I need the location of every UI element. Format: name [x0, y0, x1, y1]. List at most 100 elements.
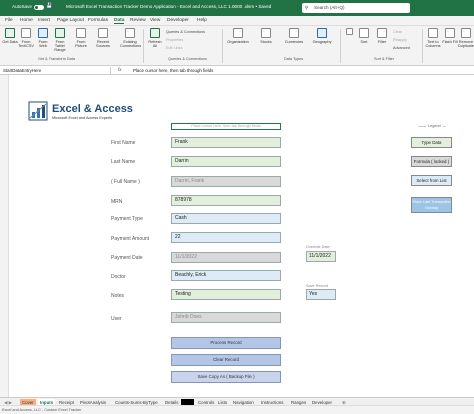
- duplicates-icon: [461, 28, 471, 38]
- group-sort-filter: Sort & Filter: [374, 57, 395, 61]
- logo-chart-icon: [28, 101, 48, 121]
- sheet-tabs: ◀ ▶ Cover Inputs Receipt PivotAnalysis C…: [0, 397, 474, 406]
- search-icon: ⚲: [305, 5, 309, 10]
- logo-title: Excel & Access: [52, 103, 133, 115]
- menu-home[interactable]: Home: [20, 18, 33, 23]
- process-record-button[interactable]: Process Record: [171, 337, 281, 349]
- from-text-button[interactable]: From Text/CSV: [18, 28, 34, 48]
- fx-icon[interactable]: fx: [118, 67, 121, 72]
- advanced-button[interactable]: Advanced: [393, 46, 410, 50]
- menu-review[interactable]: Review: [130, 18, 146, 23]
- status-bar: Excel and Access, LLC - Custom Excel Tra…: [0, 405, 474, 414]
- notes-field[interactable]: Testing: [171, 289, 281, 300]
- refresh-icon: [150, 28, 160, 38]
- database-icon: [5, 28, 15, 38]
- last-name-field[interactable]: Darrin: [171, 156, 281, 167]
- search-input[interactable]: Search (Alt+Q): [314, 5, 345, 10]
- columns-icon: [428, 28, 438, 38]
- show-last-transaction-button[interactable]: Show Last Transaction Overlay: [411, 197, 452, 213]
- name-box[interactable]: StartDataEntryHere: [1, 67, 111, 74]
- queries-connections-button[interactable]: Queries & Connections: [166, 30, 205, 34]
- override-date-field[interactable]: 11/1/2022: [306, 251, 336, 262]
- filter-icon: [377, 28, 387, 38]
- legend-title: Legend: [426, 124, 443, 128]
- start-data-entry-cell[interactable]: Place cursor here, then tab through fiel…: [171, 123, 281, 130]
- clear-button[interactable]: Clear: [393, 30, 402, 34]
- formula-input[interactable]: Place cursor here, then tab through fiel…: [133, 67, 213, 74]
- map-icon: [317, 28, 327, 38]
- stocks-button[interactable]: Stocks: [256, 28, 276, 44]
- currencies-button[interactable]: Currencies: [283, 28, 305, 44]
- geography-button[interactable]: Geography: [311, 28, 333, 44]
- from-table-button[interactable]: From Table/ Range: [52, 28, 68, 52]
- sort-button[interactable]: Sort: [356, 28, 372, 44]
- separator: [222, 29, 223, 63]
- title-bar: AutoSave 💾 Microsoft Excel Transaction T…: [0, 0, 474, 16]
- autosave-toggle[interactable]: [34, 5, 44, 10]
- override-date-label: Override Date: [306, 245, 330, 249]
- organization-button[interactable]: Organization: [226, 28, 250, 44]
- label-full-name: ( Full Name ): [111, 179, 140, 185]
- ribbon: Get Data From Text/CSV From Web From Tab…: [0, 26, 474, 66]
- refresh-all-button[interactable]: Refresh All: [147, 28, 163, 48]
- formula-bar: StartDataEntryHere fx Place cursor here,…: [0, 66, 474, 75]
- separator: [340, 29, 341, 63]
- flash-icon: [445, 28, 455, 38]
- logo-subtitle: Microsoft Excel and Access Experts: [52, 116, 113, 120]
- filter-button[interactable]: Filter: [374, 28, 390, 44]
- save-icon[interactable]: 💾: [46, 3, 52, 9]
- edit-links-button[interactable]: Edit Links: [166, 46, 182, 50]
- clock-icon: [98, 28, 108, 38]
- payment-type-field[interactable]: Cash: [171, 213, 281, 224]
- clear-record-button[interactable]: Clear Record: [171, 354, 281, 366]
- user-field: Johnb Does: [171, 312, 281, 323]
- label-notes: Notes: [111, 293, 125, 299]
- doctor-field[interactable]: Beachly, Erick: [171, 270, 281, 281]
- menu-page-layout[interactable]: Page Layout: [57, 18, 84, 23]
- label-payment-date: Payment Date: [111, 255, 143, 261]
- from-picture-button[interactable]: From Picture: [73, 28, 89, 48]
- menu-data[interactable]: Data: [114, 18, 125, 24]
- save-record-label: Save Record: [306, 284, 328, 288]
- properties-button[interactable]: Properties: [166, 38, 183, 42]
- row-gutter: [0, 75, 9, 397]
- mrn-field[interactable]: 878978: [171, 195, 281, 206]
- save-record-field[interactable]: Yes: [306, 289, 336, 300]
- globe-icon: [38, 28, 48, 38]
- payment-amount-field[interactable]: 22: [171, 232, 281, 243]
- separator: [422, 29, 423, 63]
- reapply-button[interactable]: Reapply: [393, 38, 407, 42]
- menu-developer[interactable]: Developer: [167, 18, 189, 23]
- label-doctor: Doctor: [111, 274, 126, 280]
- text-to-columns-button[interactable]: Text to Columns: [425, 28, 441, 48]
- group-get-transform: Get & Transform Data: [38, 57, 75, 61]
- menu-insert[interactable]: Insert: [38, 18, 50, 23]
- first-name-field[interactable]: Frank: [171, 137, 281, 148]
- remove-duplicates-button[interactable]: Remove Duplicates: [458, 28, 474, 48]
- group-queries: Queries & Connections: [168, 57, 208, 61]
- legend-select-from-list: Select from List: [411, 175, 452, 186]
- save-copy-button[interactable]: Save Copy As ( Backup File ): [171, 371, 281, 383]
- legend-type-data: Type Data: [411, 137, 452, 148]
- stocks-icon: [261, 28, 271, 38]
- sort-az-button[interactable]: [344, 28, 354, 37]
- label-first-name: First Name: [111, 140, 136, 146]
- menu-formulas[interactable]: Formulas: [88, 18, 108, 23]
- from-web-button[interactable]: From Web: [35, 28, 51, 48]
- existing-connections-button[interactable]: Existing Connections: [120, 28, 141, 48]
- legend-formula-locked: Formula ( locked ): [411, 156, 452, 167]
- search-box[interactable]: ⚲ Search (Alt+Q): [302, 3, 410, 13]
- label-payment-amount: Payment Amount: [111, 236, 150, 242]
- menu-view[interactable]: View: [150, 18, 160, 23]
- menu-bar: File Home Insert Page Layout Formulas Da…: [0, 16, 474, 26]
- group-data-types: Data Types: [284, 57, 304, 61]
- menu-file[interactable]: File: [5, 18, 13, 23]
- menu-help[interactable]: Help: [197, 18, 207, 23]
- get-data-button[interactable]: Get Data: [2, 28, 18, 44]
- sort-icon: [359, 28, 369, 38]
- payment-date-field: 11/1/2022: [171, 252, 281, 263]
- label-payment-type: Payment Type: [111, 216, 143, 222]
- flash-fill-button[interactable]: Flash Fill: [442, 28, 458, 44]
- separator: [143, 29, 144, 63]
- recent-sources-button[interactable]: Recent Sources: [95, 28, 111, 48]
